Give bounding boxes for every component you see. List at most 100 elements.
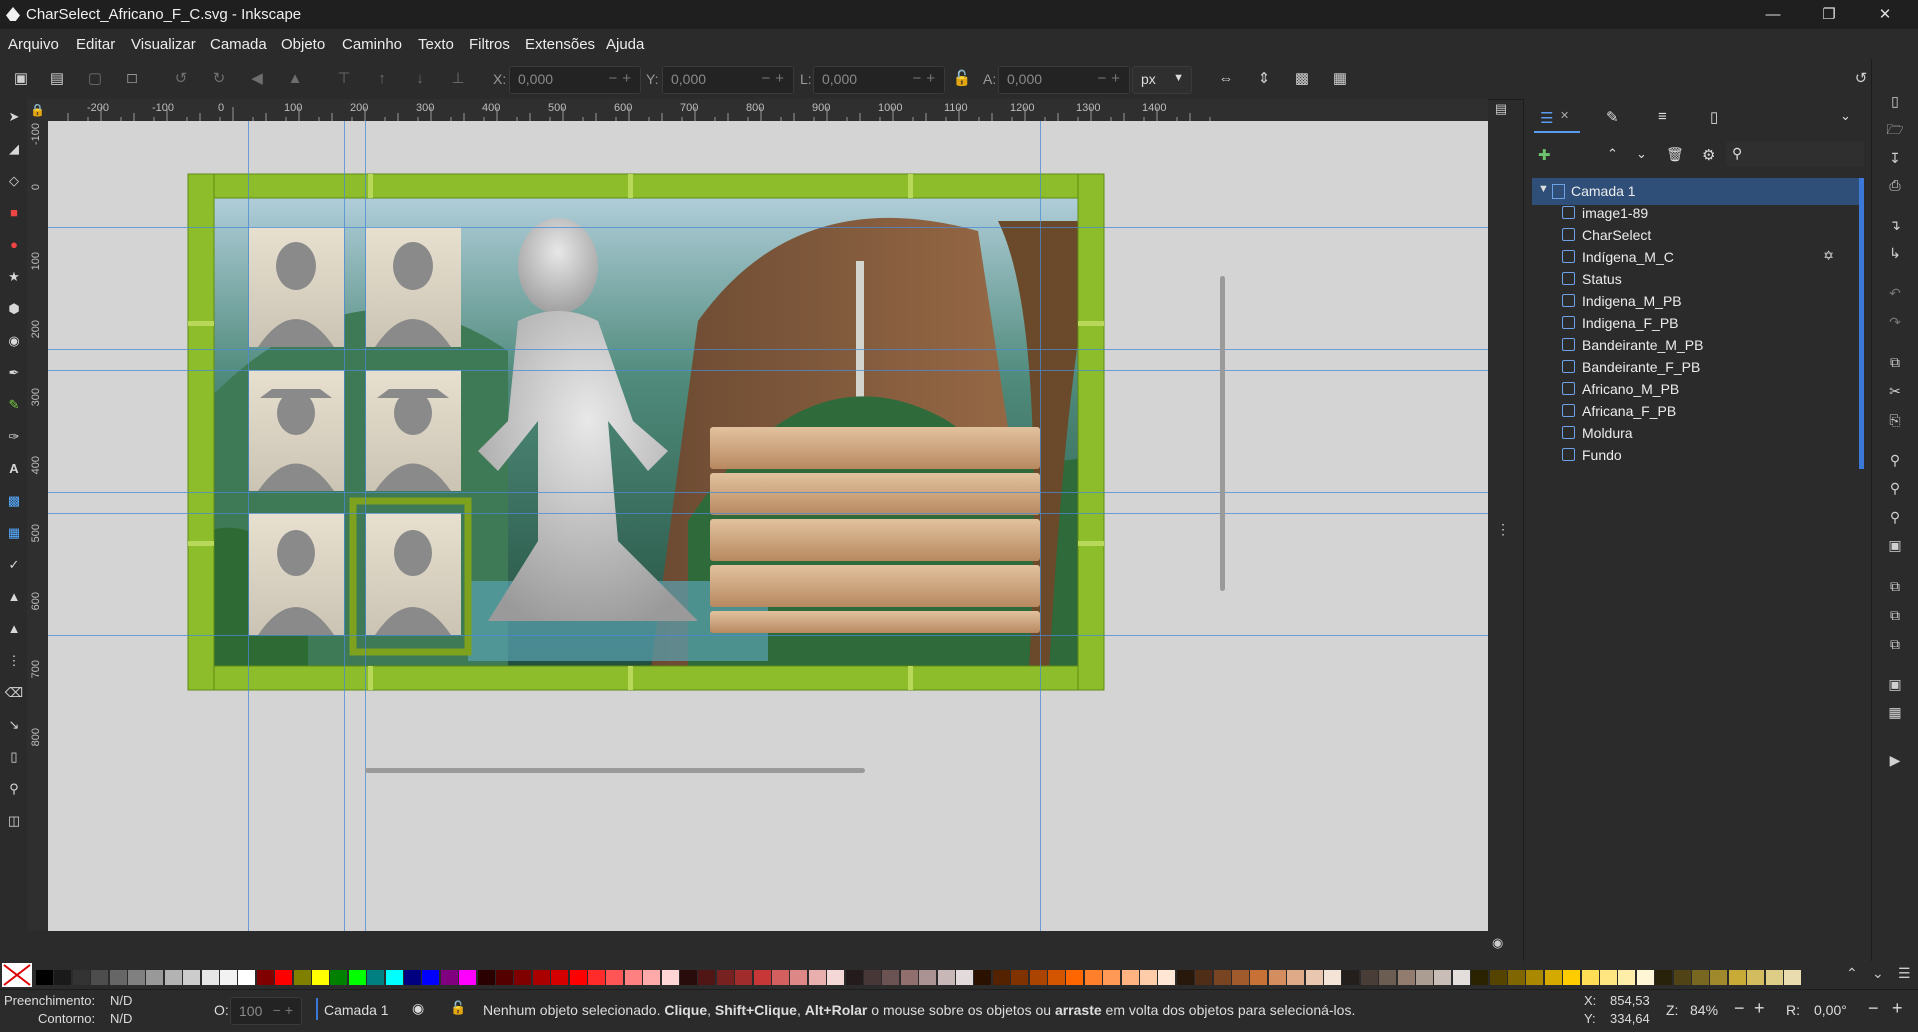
rotate-plus-icon[interactable]: + bbox=[1892, 998, 1903, 1019]
minimize-icon[interactable]: — bbox=[1750, 0, 1796, 29]
selector-tool-icon[interactable]: ➤ bbox=[4, 107, 24, 127]
color-swatch[interactable] bbox=[1232, 970, 1249, 985]
rotate-minus-icon[interactable]: − bbox=[1868, 998, 1879, 1019]
guide-line[interactable] bbox=[48, 227, 1488, 228]
color-swatch[interactable] bbox=[1655, 970, 1673, 985]
palette-scroll-down-icon[interactable]: ⌄ bbox=[1872, 965, 1884, 982]
color-swatch[interactable] bbox=[54, 970, 72, 985]
scale-stroke-icon[interactable]: ⇔ bbox=[1215, 68, 1237, 90]
color-swatch[interactable] bbox=[1066, 970, 1084, 985]
color-swatch[interactable] bbox=[312, 970, 329, 985]
menu-caminho[interactable]: Caminho bbox=[342, 36, 402, 53]
color-swatch[interactable] bbox=[1618, 970, 1636, 985]
guide-line[interactable] bbox=[1040, 121, 1041, 931]
calligraphy-tool-icon[interactable]: ✑ bbox=[4, 427, 24, 447]
color-swatch[interactable] bbox=[680, 970, 697, 985]
color-swatch[interactable] bbox=[1048, 970, 1065, 985]
color-swatch[interactable] bbox=[1765, 970, 1783, 985]
color-swatch[interactable] bbox=[1176, 970, 1194, 985]
tweak-tool-icon[interactable]: ▲ bbox=[4, 619, 24, 639]
mesh-tool-icon[interactable]: ▦ bbox=[4, 523, 24, 543]
color-swatch[interactable] bbox=[440, 970, 458, 985]
dock-handle-icon[interactable]: ⋮ bbox=[1496, 521, 1510, 538]
zoom-tool-icon[interactable]: ⚲ bbox=[4, 779, 24, 799]
color-swatch[interactable] bbox=[330, 970, 348, 985]
color-swatch[interactable] bbox=[201, 970, 219, 985]
menu-texto[interactable]: Texto bbox=[418, 36, 454, 53]
guide-line[interactable] bbox=[48, 635, 1488, 636]
flip-vertical-icon[interactable]: ▲ bbox=[284, 68, 306, 90]
color-swatch[interactable] bbox=[588, 970, 605, 985]
rotate-cw-icon[interactable]: ↻ bbox=[208, 68, 230, 90]
dropper-tool-icon[interactable]: ✓ bbox=[4, 555, 24, 575]
hidden-eye-icon[interactable]: ✡ bbox=[1823, 248, 1834, 264]
color-swatch[interactable] bbox=[1342, 970, 1360, 985]
color-swatch[interactable] bbox=[1324, 970, 1341, 985]
horizontal-scrollbar[interactable] bbox=[365, 768, 865, 773]
color-swatch[interactable] bbox=[256, 970, 274, 985]
lower-to-bottom-icon[interactable]: ⊥ bbox=[447, 68, 469, 90]
lower-icon[interactable]: ↓ bbox=[409, 68, 431, 90]
color-swatch[interactable] bbox=[91, 970, 109, 985]
color-swatch[interactable] bbox=[1471, 970, 1489, 985]
color-swatch[interactable] bbox=[1526, 970, 1544, 985]
measure-tool-icon[interactable]: ◫ bbox=[4, 811, 24, 831]
color-swatch[interactable] bbox=[1416, 970, 1433, 985]
color-swatch[interactable] bbox=[1379, 970, 1397, 985]
color-swatch[interactable] bbox=[1195, 970, 1213, 985]
no-paint-swatch[interactable] bbox=[2, 963, 32, 987]
new-document-icon[interactable]: ▯ bbox=[1884, 90, 1906, 112]
menu-filtros[interactable]: Filtros bbox=[469, 36, 510, 53]
color-swatch[interactable] bbox=[827, 970, 845, 985]
guide-line[interactable] bbox=[365, 121, 366, 931]
color-swatch[interactable] bbox=[1600, 970, 1617, 985]
export-icon[interactable]: ↳ bbox=[1884, 242, 1906, 264]
paint-bucket-icon[interactable]: ▲ bbox=[4, 587, 24, 607]
open-icon[interactable]: 🗁 bbox=[1884, 118, 1906, 140]
color-swatch[interactable] bbox=[293, 970, 311, 985]
layer-visibility-eye-icon[interactable]: ◉ bbox=[412, 1000, 424, 1017]
shape-builder-icon[interactable]: ◇ bbox=[4, 171, 24, 191]
color-swatch[interactable] bbox=[146, 970, 164, 985]
eraser-tool-icon[interactable]: ⌫ bbox=[4, 683, 24, 703]
print-icon[interactable]: ⎙ bbox=[1884, 174, 1906, 196]
color-swatch[interactable] bbox=[275, 970, 293, 985]
color-swatch[interactable] bbox=[367, 970, 385, 985]
color-swatch[interactable] bbox=[1140, 970, 1157, 985]
delete-icon[interactable]: 🗑 bbox=[1666, 146, 1684, 163]
color-swatch[interactable] bbox=[1728, 970, 1746, 985]
expand-right-icon[interactable]: ▶ bbox=[1884, 749, 1906, 771]
paste-icon[interactable]: ⎘ bbox=[1884, 409, 1906, 431]
text-tool-icon[interactable]: A bbox=[4, 459, 24, 479]
zoom-page-icon[interactable]: ⚲ bbox=[1884, 506, 1906, 528]
color-swatch[interactable] bbox=[1489, 970, 1507, 985]
color-swatch[interactable] bbox=[1305, 970, 1323, 985]
color-swatch[interactable] bbox=[1563, 970, 1581, 985]
guide-line[interactable] bbox=[48, 492, 1488, 493]
object-row[interactable]: Fundo bbox=[1532, 442, 1864, 469]
raise-icon[interactable]: ↑ bbox=[371, 68, 393, 90]
cut-icon[interactable]: ✂ bbox=[1884, 380, 1906, 402]
zoom-fit-icon[interactable]: ▣ bbox=[1884, 534, 1906, 556]
color-swatch[interactable] bbox=[716, 970, 734, 985]
color-swatch[interactable] bbox=[735, 970, 753, 985]
color-swatch[interactable] bbox=[183, 970, 201, 985]
color-swatch[interactable] bbox=[1784, 970, 1801, 985]
guide-line[interactable] bbox=[344, 121, 345, 931]
width-field[interactable]: 0,000 −+ bbox=[813, 66, 945, 94]
color-swatch[interactable] bbox=[1287, 970, 1305, 985]
zoom-in-icon[interactable]: + bbox=[1754, 998, 1765, 1019]
color-swatch[interactable] bbox=[624, 970, 642, 985]
color-swatch[interactable] bbox=[606, 970, 624, 985]
color-swatch[interactable] bbox=[1103, 970, 1121, 985]
x-field[interactable]: 0,000 −+ bbox=[509, 66, 641, 94]
menu-ajuda[interactable]: Ajuda bbox=[606, 36, 644, 53]
color-swatch[interactable] bbox=[72, 970, 90, 985]
color-swatch[interactable] bbox=[1213, 970, 1231, 985]
color-swatch[interactable] bbox=[1636, 970, 1654, 985]
color-swatch[interactable] bbox=[128, 970, 145, 985]
color-swatch[interactable] bbox=[1121, 970, 1139, 985]
palette-scroll-up-icon[interactable]: ⌃ bbox=[1846, 965, 1858, 982]
unit-select[interactable]: px ▼ bbox=[1132, 66, 1192, 94]
color-manage-icon[interactable]: ◉ bbox=[1492, 935, 1503, 951]
